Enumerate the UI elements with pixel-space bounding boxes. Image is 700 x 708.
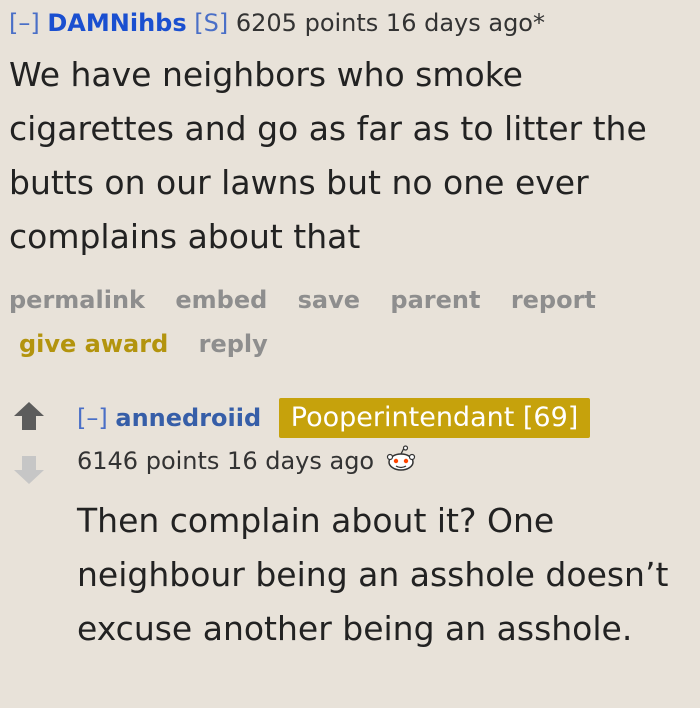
downvote-arrow-stem[interactable] [22,456,36,470]
author-link[interactable]: annedroiid [115,404,261,432]
give-award-button[interactable]: give award [19,330,168,358]
upvote-arrow-icon[interactable] [14,402,44,416]
reply-button[interactable]: reply [199,330,268,358]
author-link[interactable]: DAMNihbs [47,9,186,37]
downvote-arrow-icon[interactable] [14,470,44,484]
embed-button[interactable]: embed [175,286,267,314]
parent-button[interactable]: parent [390,286,480,314]
snoo-award-icon[interactable] [386,444,416,480]
comment-meta: 6205 points 16 days ago* [235,9,545,37]
collapse-toggle[interactable]: [–] [9,9,40,37]
comment-body: Then complain about it? One neighbour be… [77,501,669,648]
upvote-arrow-stem[interactable] [22,416,36,430]
permalink-button[interactable]: permalink [9,286,145,314]
submitter-badge[interactable]: [S] [194,9,228,37]
comment-body: We have neighbors who smoke cigarettes a… [9,55,647,256]
comment-meta-row: 6146 points 16 days ago [77,444,416,480]
collapse-toggle[interactable]: [–] [77,404,108,432]
save-button[interactable]: save [298,286,360,314]
comment-tagline: [–] annedroiid Pooperintendant [69] [77,398,591,438]
user-flair: Pooperintendant [69] [278,398,591,438]
comment-meta: 6146 points 16 days ago [77,447,375,475]
vote-arrows [14,402,54,484]
comment-tagline: [–] DAMNihbs [S] 6205 points 16 days ago… [9,6,699,40]
report-button[interactable]: report [511,286,596,314]
comment-buttons: permalink embed save parent report give … [9,278,699,366]
comment-parent: [–] DAMNihbs [S] 6205 points 16 days ago… [9,6,699,366]
